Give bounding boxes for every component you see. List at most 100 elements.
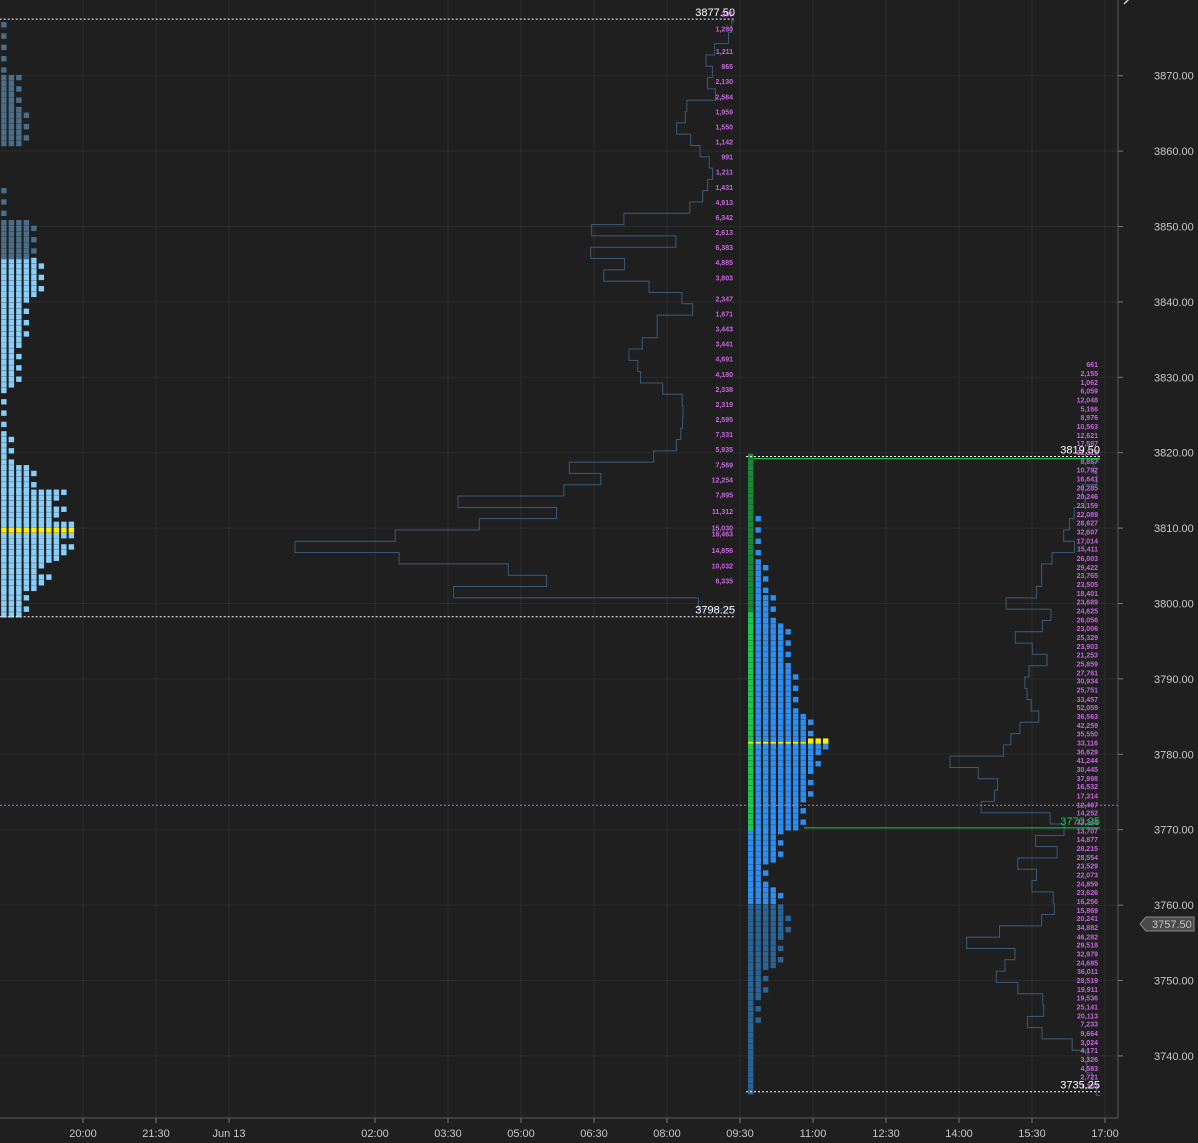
- tpo-block: [778, 819, 784, 825]
- tpo-block: [1, 555, 7, 561]
- tpo-block: [46, 489, 52, 495]
- tpo-block: [778, 892, 784, 899]
- tpo-block: [8, 242, 15, 249]
- tpo-block: [770, 785, 776, 791]
- tpo-block: [770, 640, 776, 646]
- tpo-block: [793, 785, 799, 791]
- tpo-block: [1, 421, 7, 428]
- tpo-block: [785, 702, 791, 708]
- tpo-block: [748, 1066, 754, 1072]
- tpo-block: [778, 640, 784, 646]
- tpo-block: [755, 876, 761, 882]
- tpo-block: [748, 932, 754, 938]
- tpo-block: [1, 242, 7, 249]
- tpo-block: [16, 97, 22, 103]
- volume-label: 14,856: [712, 548, 734, 555]
- tpo-block: [38, 555, 45, 561]
- tpo-block: [748, 981, 754, 987]
- volume-label: 8,887: [1080, 459, 1098, 466]
- tpo-block: [763, 796, 769, 803]
- poc-tpo-block: [808, 738, 814, 744]
- tpo-block: [38, 512, 45, 518]
- tpo-block: [1, 544, 7, 550]
- tpo-block: [23, 606, 30, 612]
- x-tick-label: 05:00: [507, 1128, 535, 1140]
- tpo-block: [748, 459, 754, 465]
- tpo-block: [763, 779, 769, 786]
- tpo-block: [748, 1006, 754, 1012]
- x-tick-label: 20:00: [69, 1128, 97, 1140]
- tpo-block: [770, 674, 776, 680]
- tpo-block: [770, 708, 776, 714]
- session-high-label: 3819.50: [1060, 444, 1100, 456]
- poc-tpo-block: [46, 527, 52, 533]
- tpo-block: [770, 892, 776, 899]
- x-tick-label: 12:30: [872, 1128, 900, 1140]
- volume-label: 10,792: [1077, 468, 1099, 475]
- tpo-block: [8, 585, 15, 592]
- tpo-block: [1, 274, 7, 281]
- tpo-block: [16, 606, 22, 612]
- tpo-block: [778, 668, 784, 675]
- tpo-block: [800, 791, 806, 797]
- tpo-block: [8, 274, 15, 281]
- tpo-block: [23, 269, 30, 275]
- tpo-block: [23, 538, 30, 544]
- volume-label: 24,685: [1077, 961, 1099, 968]
- volume-label: 36,629: [1077, 750, 1099, 757]
- volume-label: 24,859: [1077, 881, 1099, 888]
- tpo-block: [755, 527, 761, 533]
- tpo-block: [748, 629, 754, 635]
- tpo-block: [755, 576, 761, 582]
- tpo-block: [23, 549, 30, 556]
- tpo-block: [31, 257, 37, 264]
- tpo-block: [748, 521, 754, 528]
- volume-label: 41,244: [1077, 758, 1099, 765]
- tpo-block: [748, 564, 754, 571]
- poc-tpo-block: [1, 527, 7, 533]
- tpo-block: [31, 225, 37, 232]
- tpo-block: [755, 651, 761, 658]
- tpo-block: [38, 495, 45, 501]
- tpo-block: [1, 348, 7, 354]
- volume-label: 30,445: [1077, 767, 1099, 774]
- tpo-block: [800, 766, 806, 773]
- tpo-block: [748, 493, 754, 499]
- tpo-block: [23, 465, 30, 471]
- market-profile-chart[interactable]: 8,335 10,032 14,856 18,46315,030 11,312 7,895…: [0, 0, 1198, 1143]
- tpo-block: [31, 291, 37, 298]
- volume-label: 2,338: [715, 387, 733, 394]
- tpo-block: [16, 319, 22, 326]
- tpo-block: [770, 736, 776, 742]
- tpo-block: [808, 719, 814, 725]
- volume-label: 2,584: [715, 94, 733, 101]
- tpo-block: [800, 736, 806, 742]
- session-low-label: 3798.25: [695, 605, 735, 617]
- tpo-block: [785, 774, 791, 780]
- tpo-block: [8, 220, 15, 226]
- tpo-block: [8, 532, 15, 539]
- tpo-block: [16, 476, 22, 482]
- tpo-block: [1, 574, 7, 580]
- tpo-block: [785, 713, 791, 720]
- tpo-block: [770, 909, 776, 916]
- volume-label: 28,519: [1077, 978, 1099, 985]
- tpo-block: [793, 774, 799, 780]
- tpo-block: [23, 291, 30, 298]
- tpo-block: [8, 580, 15, 586]
- tpo-block: [778, 915, 784, 921]
- volume-label: 6,383: [715, 245, 733, 252]
- tpo-block: [763, 663, 769, 669]
- volume-label: 9,664: [1080, 1031, 1098, 1038]
- x-tick-label: 11:00: [800, 1128, 827, 1140]
- tpo-block: [778, 702, 784, 708]
- tpo-block: [23, 135, 30, 141]
- tpo-block: [38, 263, 45, 269]
- tpo-block: [755, 785, 761, 791]
- volume-label: 15,030: [712, 526, 734, 533]
- volume-label: 13,707: [1077, 829, 1099, 836]
- tpo-block: [16, 74, 22, 81]
- tpo-block: [16, 365, 22, 371]
- tpo-block: [8, 506, 15, 512]
- tpo-block: [755, 606, 761, 612]
